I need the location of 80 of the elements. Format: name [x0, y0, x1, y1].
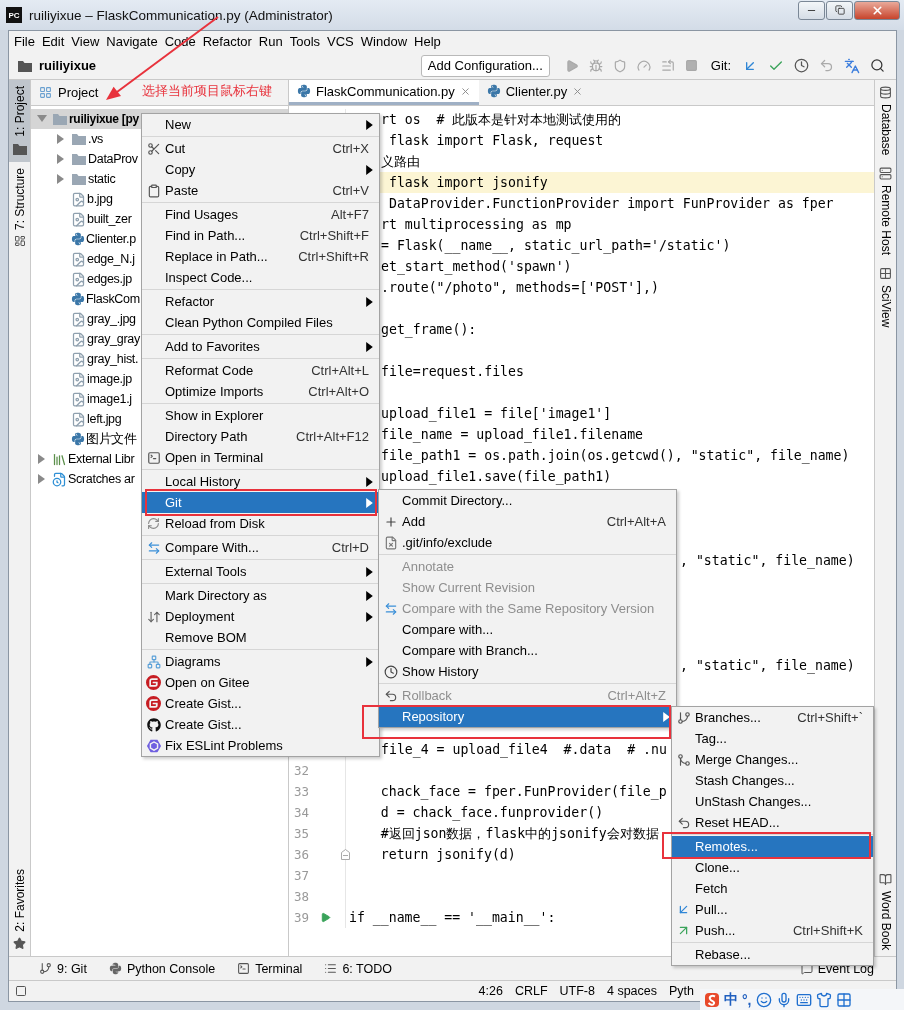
tree-label: edges.jp: [87, 272, 132, 286]
tool-window-label: 6: TODO: [342, 961, 392, 976]
code-line: upload_file1.save(file_path1): [381, 469, 612, 484]
tree-label: image1.j: [87, 392, 132, 406]
tree-label: left.jpg: [87, 412, 122, 426]
code-line: flask import Flask, request: [387, 133, 604, 148]
code-line: if __name__ == '__main__':: [349, 910, 556, 925]
code-line: get_frame():: [381, 322, 477, 337]
tab-label: 7: Structure: [12, 167, 27, 230]
code-line: et_start_method('spawn'): [381, 259, 572, 274]
shortcut-label: Ctrl+Shift+`: [797, 710, 863, 725]
code-line: file_name = upload_file1.filename: [381, 427, 643, 442]
annotation-text: 选择当前项目鼠标右键: [142, 83, 272, 100]
tree-label: image.jp: [87, 372, 132, 386]
tree-label: FlaskCom: [86, 292, 140, 306]
git-label: Git:: [710, 58, 731, 73]
line-number: 35: [294, 826, 311, 841]
tab-label: Remote Host: [878, 185, 893, 256]
tree-label: Scratches ar: [68, 472, 135, 486]
tree-label: edge_N.j: [87, 252, 135, 266]
line-number: 32: [294, 763, 311, 778]
tree-label: gray_.jpg: [87, 312, 136, 326]
code-line: file_path1 = os.path.join(os.getcwd(), "static", file_name): [381, 448, 850, 463]
shortcut-label: Ctrl+Alt+F12: [296, 429, 369, 444]
code-line: chack_face = fper.FunProvider(file_p: [379, 784, 667, 799]
tab-label: 1: Project: [12, 86, 27, 137]
tab-label: SciView: [878, 285, 893, 328]
shortcut-label: Ctrl+Alt+Z: [607, 688, 666, 703]
tool-window-label: Python Console: [126, 961, 216, 976]
line-number: 34: [294, 805, 311, 820]
code-line: rt os # 此版本是针对本地测试使用的: [381, 110, 622, 129]
line-number: 39: [294, 910, 311, 925]
code-line: DataProvider.FunctionProvider import FunProvider as fper: [387, 196, 834, 211]
tree-label: gray_hist.: [87, 352, 139, 366]
tree-label: ruiliyixue [py: [69, 112, 139, 126]
tool-window-label: 9: Git: [57, 961, 87, 976]
tree-label: static: [88, 172, 116, 186]
code-line: #返回json数据，flask中的jsonify会对数据: [379, 824, 659, 843]
tab-label: Database: [878, 104, 893, 156]
code-line: , "static", file_name): [680, 658, 855, 673]
code-line: return jsonify(d): [379, 847, 516, 862]
shortcut-label: Ctrl+X: [332, 141, 369, 156]
tree-label: Clienter.p: [86, 232, 136, 246]
tab-label: Clienter.py: [505, 83, 568, 99]
code-line: .route("/photo", methods=['POST'],): [381, 280, 659, 295]
shortcut-label: Ctrl+Alt+O: [308, 384, 369, 399]
code-line: = Flask(__name__, static_url_path='/static'): [381, 238, 731, 253]
tree-label: 图片文件: [86, 430, 137, 448]
shortcut-label: Ctrl+Shift+R: [298, 249, 369, 264]
tree-label: .vs: [88, 132, 104, 146]
code-line: file_4 = upload_file4 #.data # .nu: [381, 742, 667, 757]
line-number: 37: [294, 868, 311, 883]
shortcut-label: Alt+F7: [331, 207, 369, 222]
tab-label: FlaskCommunication.py: [316, 83, 455, 99]
tab-label: 2: Favorites: [12, 869, 27, 932]
line-number: 33: [294, 784, 311, 799]
shortcut-label: Ctrl+Alt+L: [311, 363, 369, 378]
code-line: , "static", file_name): [680, 553, 855, 568]
line-number: 38: [294, 889, 311, 904]
code-line: rt multiprocessing as mp: [381, 217, 572, 232]
app-logo: PC: [6, 7, 22, 23]
code-line: upload_file1 = file['image1']: [381, 406, 612, 421]
tree-label: gray_gray: [87, 332, 140, 346]
tree-label: b.jpg: [87, 192, 113, 206]
code-line: file=request.files: [381, 364, 524, 379]
tree-label: DataProv: [88, 152, 138, 166]
shortcut-label: Ctrl+V: [332, 183, 369, 198]
window-title: ruiliyixue – FlaskCommunication.py (Administrator): [29, 7, 334, 23]
shortcut-label: Ctrl+Shift+K: [792, 923, 863, 938]
tab-label: Word Book: [878, 890, 893, 950]
shortcut-label: Ctrl+D: [331, 540, 369, 555]
code-line: d = chack_face.funprovider(): [379, 805, 604, 820]
code-line: flask import jsonify: [387, 175, 548, 190]
tool-window-label: Terminal: [255, 961, 303, 976]
shortcut-label: Ctrl+Alt+A: [606, 514, 666, 529]
code-line: 义路由: [381, 152, 420, 171]
shortcut-label: Ctrl+Shift+F: [299, 228, 369, 243]
line-number: 36: [294, 847, 311, 862]
tree-label: built_zer: [87, 212, 132, 226]
tree-label: External Libr: [68, 452, 135, 466]
